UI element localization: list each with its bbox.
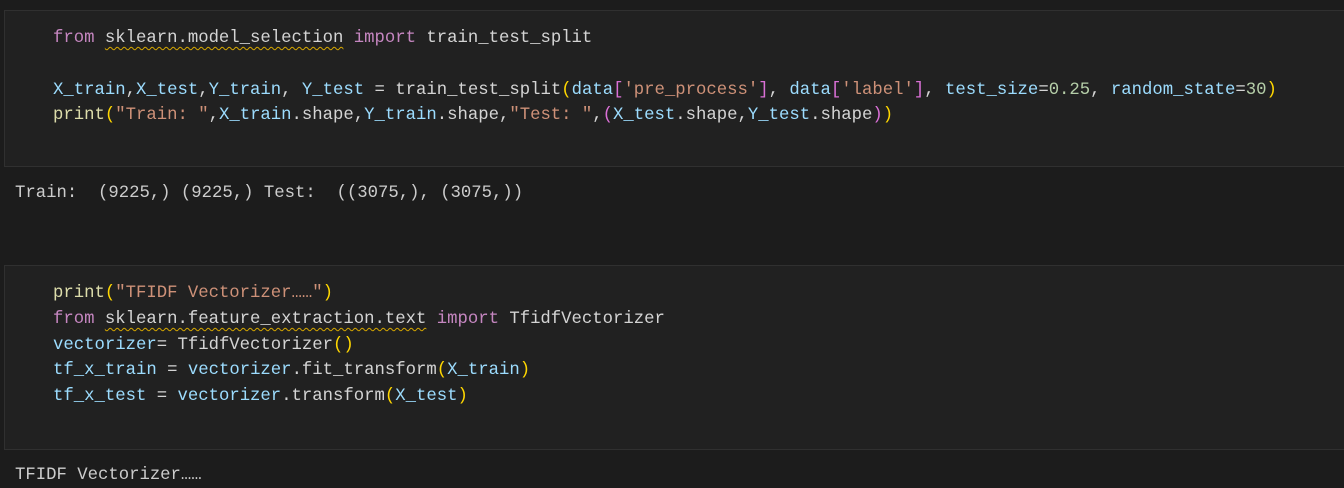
code-token: ( — [561, 80, 572, 100]
code-token: () — [333, 335, 354, 355]
code-token: random_state — [1110, 80, 1236, 100]
code-token: ) — [322, 284, 334, 303]
code-token: X_train — [53, 80, 126, 100]
code-token: , — [924, 80, 945, 100]
code-token: X_train — [447, 361, 520, 381]
code-token: Y_train — [364, 106, 437, 126]
code-token: train_test_split — [416, 29, 593, 48]
code-token: TfidfVectorizer — [498, 309, 665, 329]
code-token: .shape, — [291, 106, 365, 126]
code-token: , — [208, 106, 219, 126]
code-token: , — [1090, 80, 1111, 100]
code-token: ( — [436, 361, 448, 381]
cell-output-1: Train: (9225,) (9225,) Test: ((3075,), (… — [15, 184, 524, 203]
code-token: X_test — [135, 80, 199, 100]
code-line: vectorizer= TfidfVectorizer() — [53, 333, 665, 359]
code-token: ( — [104, 284, 116, 303]
code-token: vectorizer — [177, 387, 282, 407]
code-token: .fit_transform — [291, 361, 437, 381]
code-line: from sklearn.model_selection import trai… — [53, 26, 1277, 52]
code-token: ) — [457, 387, 468, 407]
code-token: Y_train — [208, 80, 282, 100]
code-token: , — [198, 80, 209, 100]
code-line: tf_x_train = vectorizer.fit_transform(X_… — [53, 358, 665, 384]
cell-output-2: TFIDF Vectorizer…… — [15, 466, 202, 485]
code-token: import — [436, 309, 499, 329]
code-line: tf_x_test = vectorizer.transform(X_test) — [53, 384, 665, 410]
code-token: = — [146, 387, 178, 407]
code-token: from — [53, 309, 95, 329]
code-token: ) — [882, 106, 894, 126]
code-token: data — [789, 80, 831, 100]
code-token: X_train — [218, 106, 292, 126]
code-token: X_test — [613, 106, 676, 126]
code-line: print("Train: ",X_train.shape,Y_train.sh… — [53, 103, 1277, 129]
code-token: .shape, — [436, 106, 510, 126]
code-line: X_train,X_test,Y_train, Y_test = train_t… — [53, 78, 1277, 104]
code-token: test_size — [944, 80, 1039, 100]
code-token: .shape, — [675, 106, 748, 126]
code-token: = — [1235, 80, 1246, 100]
code-editor[interactable]: from sklearn.model_selection import trai… — [53, 26, 1277, 129]
code-token: = — [1038, 80, 1049, 100]
code-token: ) — [872, 106, 883, 126]
code-token: Y_test — [747, 106, 811, 126]
code-token: .transform — [281, 387, 385, 407]
code-token: Y_test — [301, 80, 365, 100]
code-token: sklearn.feature_extraction.text — [104, 309, 427, 329]
code-token: , — [768, 80, 790, 100]
code-token: ( — [104, 106, 116, 126]
code-token: [ — [613, 80, 624, 100]
code-token: print — [53, 284, 105, 303]
code-token: ) — [1266, 80, 1277, 100]
code-token: vectorizer — [53, 335, 157, 355]
code-token: ( — [602, 106, 614, 126]
code-token: , — [281, 80, 302, 100]
code-token: tf_x_train — [53, 361, 157, 381]
code-token: [ — [830, 80, 842, 100]
code-token: sklearn.model_selection — [104, 29, 344, 48]
code-token: print — [53, 106, 105, 126]
code-token: .shape — [810, 106, 873, 126]
code-token: = train_test_split — [364, 80, 562, 100]
code-token: ] — [758, 80, 769, 100]
code-token: 0.25 — [1048, 80, 1091, 100]
code-cell-1[interactable]: from sklearn.model_selection import trai… — [4, 10, 1344, 167]
code-token: import — [353, 29, 416, 48]
code-token: tf_x_test — [53, 387, 147, 407]
code-line: print("TFIDF Vectorizer……") — [53, 281, 665, 307]
code-token: 'pre_process' — [623, 80, 759, 100]
code-token: = TfidfVectorizer — [156, 335, 334, 355]
code-token: "Train: " — [115, 106, 209, 126]
code-editor[interactable]: print("TFIDF Vectorizer……") from sklearn.… — [53, 281, 665, 410]
code-token: ( — [384, 387, 396, 407]
code-cell-2[interactable]: print("TFIDF Vectorizer……") from sklearn.… — [4, 265, 1344, 450]
code-token: vectorizer — [187, 361, 292, 381]
code-token: data — [571, 80, 614, 100]
code-token: from — [53, 29, 95, 48]
code-token: ) — [519, 361, 531, 381]
code-token: "Test: " — [509, 106, 593, 126]
code-token: X_test — [395, 387, 458, 407]
code-token: , — [592, 106, 603, 126]
code-token: ] — [913, 80, 925, 100]
code-token: 'label' — [841, 80, 914, 100]
code-line: from sklearn.feature_extraction.text imp… — [53, 307, 665, 333]
code-token: 30 — [1245, 80, 1267, 100]
code-token: "TFIDF Vectorizer……" — [115, 284, 323, 303]
code-token: , — [125, 80, 136, 100]
code-token: = — [156, 361, 188, 381]
